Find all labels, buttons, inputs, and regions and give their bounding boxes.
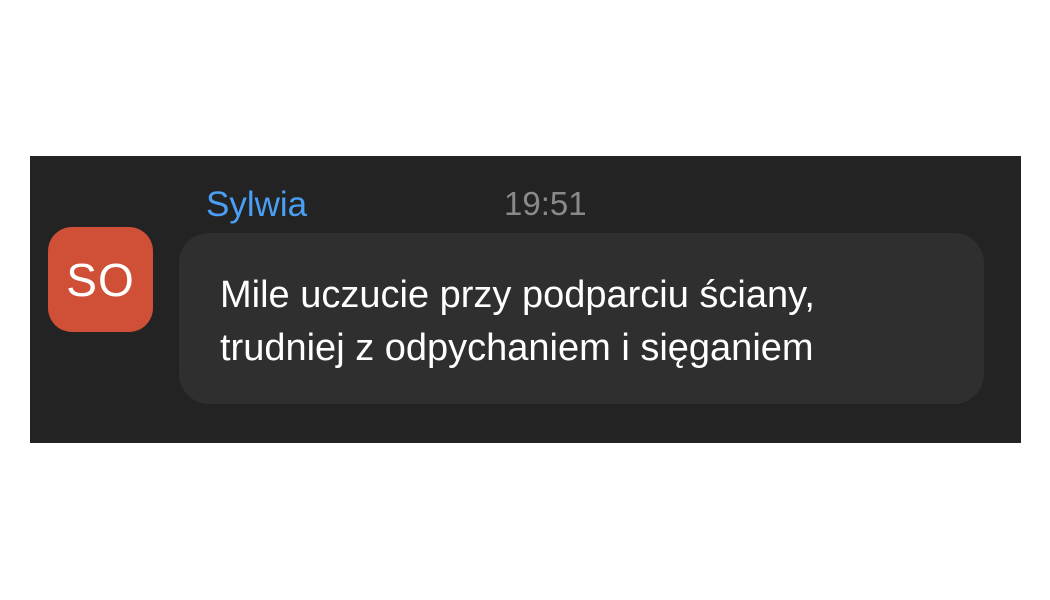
message-line: Mile uczucie przy podparciu ściany, xyxy=(220,274,815,316)
message-text: Mile uczucie przy podparciu ściany, trud… xyxy=(220,269,960,375)
avatar-initials: SO xyxy=(66,253,135,306)
message-bubble[interactable]: Mile uczucie przy podparciu ściany, trud… xyxy=(179,233,984,404)
avatar[interactable]: SO xyxy=(48,227,153,332)
sender-name[interactable]: Sylwia xyxy=(206,185,307,225)
message-line: trudniej z odpychaniem i sięganiem xyxy=(220,327,814,369)
message-timestamp: 19:51 xyxy=(504,185,587,222)
chat-message-row: SO Sylwia 19:51 Mile uczucie przy podpar… xyxy=(30,156,1021,443)
